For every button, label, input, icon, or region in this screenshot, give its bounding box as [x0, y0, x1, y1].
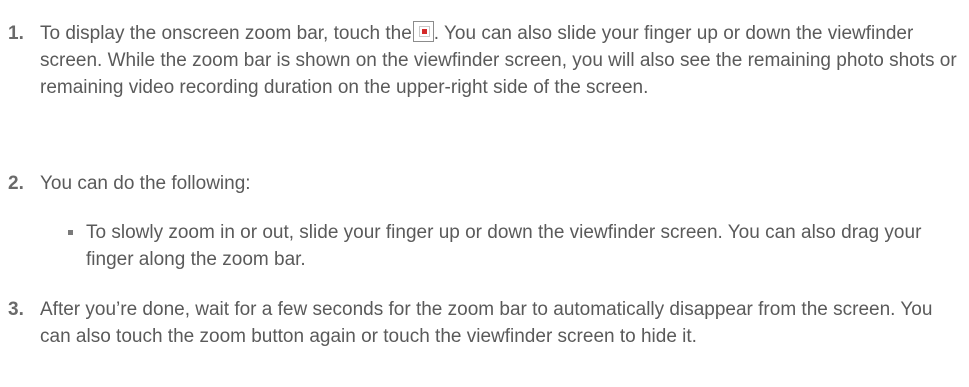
bullet-marker [68, 230, 73, 235]
step-number: 1. [8, 23, 24, 44]
broken-image-icon [412, 21, 434, 42]
step-number: 2. [8, 173, 24, 194]
step-text: After you’re done, wait for a few second… [40, 299, 933, 347]
step-text: To display the onscreen zoom bar, touch … [40, 20, 960, 101]
step-number: 3. [8, 299, 24, 320]
bullet-text: To slowly zoom in or out, slide your fin… [86, 222, 922, 270]
step-text: You can do the following: [40, 173, 251, 194]
step-text-before-icon: To display the onscreen zoom bar, touch … [40, 23, 412, 44]
